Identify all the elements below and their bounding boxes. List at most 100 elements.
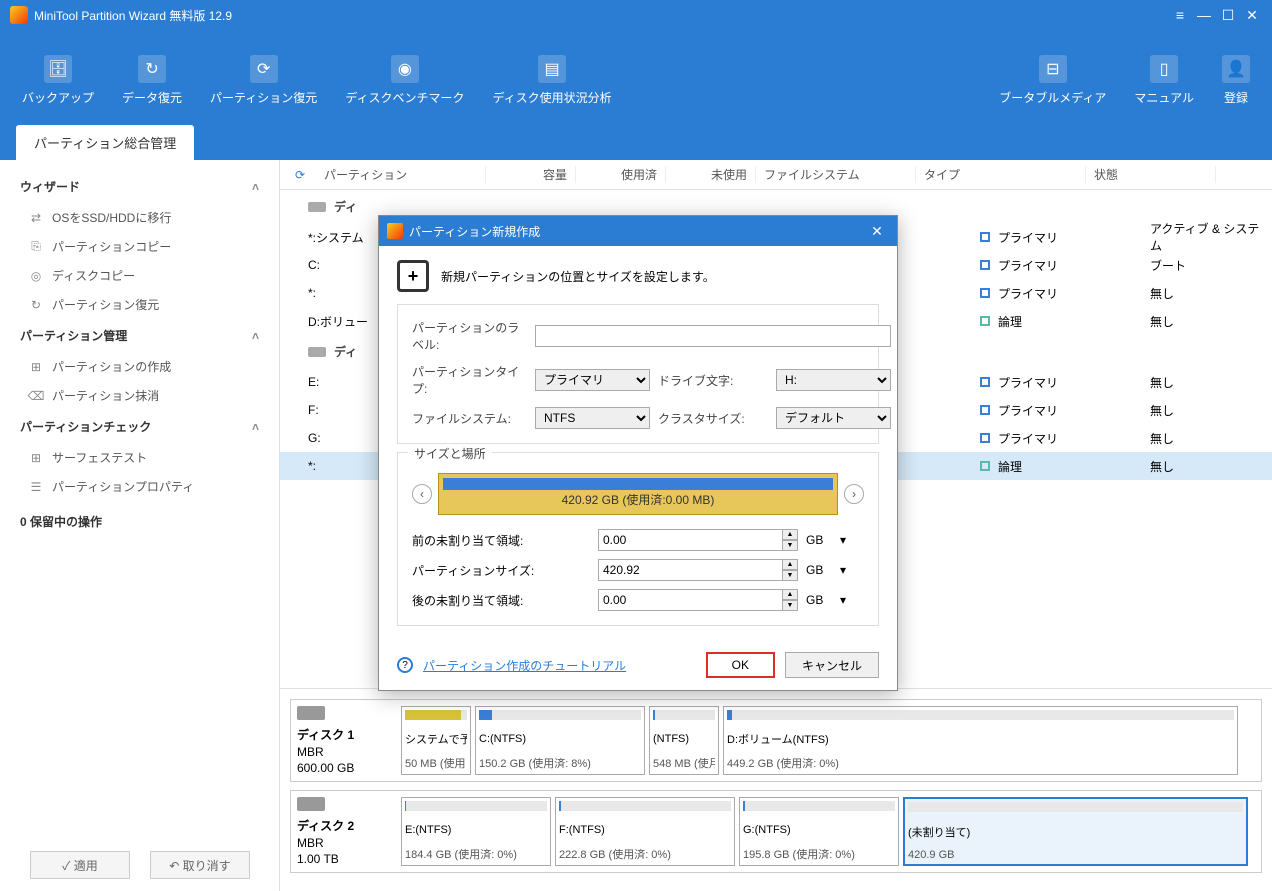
bootable-button[interactable]: ⊟ブータブルメディア <box>985 49 1120 112</box>
drive-plus-icon: + <box>397 260 429 292</box>
tutorial-link[interactable]: パーティション作成のチュートリアル <box>423 657 626 674</box>
cluster-size-select[interactable]: デフォルト <box>776 407 891 429</box>
partition-size-input[interactable] <box>598 559 782 581</box>
label-partition-size: パーティションサイズ: <box>412 562 590 579</box>
col-unused[interactable]: 未使用 <box>666 166 756 183</box>
minimize-button[interactable]: — <box>1194 5 1214 25</box>
disk-label: ディスク 1MBR600.00 GB <box>297 706 397 775</box>
partition-box[interactable]: G:(NTFS)195.8 GB (使用済: 0%) <box>739 797 899 866</box>
col-capacity[interactable]: 容量 <box>486 166 576 183</box>
label-space-after: 後の未割り当て領域: <box>412 592 590 609</box>
tabbar: パーティション総合管理 <box>0 130 1272 160</box>
titlebar: MiniTool Partition Wizard 無料版 12.9 ≡ — ☐… <box>0 0 1272 30</box>
close-button[interactable]: ✕ <box>1242 5 1262 25</box>
backup-button[interactable]: 🗄バックアップ <box>8 49 108 112</box>
sidebar-item-props[interactable]: ☰パーティションプロパティ <box>0 472 279 501</box>
disks-panel: ディスク 1MBR600.00 GBシステムで予約50 MB (使用C:(NTF… <box>280 688 1272 891</box>
ok-button[interactable]: OK <box>706 652 775 678</box>
sidebar-bottom-buttons: ✓ 適用 ↶ 取り消す <box>30 851 250 879</box>
partition-box[interactable]: (未割り当て)420.9 GB <box>903 797 1248 866</box>
sidebar-item-copy-partition[interactable]: ⎘パーティションコピー <box>0 232 279 261</box>
data-recover-button[interactable]: ↻データ復元 <box>108 49 196 112</box>
sidebar-wizard-header[interactable]: ウィザード˄ <box>0 170 279 203</box>
book-icon: ▯ <box>1150 55 1178 83</box>
sidebar-item-create[interactable]: ⊞パーティションの作成 <box>0 352 279 381</box>
dialog-footer: ? パーティション作成のチュートリアル OK キャンセル <box>379 640 897 690</box>
eraser-icon: ⌫ <box>28 388 44 404</box>
spin-down-button[interactable]: ▼ <box>782 540 798 551</box>
disk-icon <box>308 202 326 212</box>
col-status[interactable]: 状態 <box>1086 166 1216 183</box>
spin-up-button[interactable]: ▲ <box>782 559 798 570</box>
disk-row: ディスク 1MBR600.00 GBシステムで予約50 MB (使用C:(NTF… <box>290 699 1262 782</box>
size-bar[interactable]: 420.92 GB (使用済:0.00 MB) <box>438 473 838 515</box>
sidebar-mgmt-header[interactable]: パーティション管理˄ <box>0 319 279 352</box>
sidebar-item-recover-partition[interactable]: ↻パーティション復元 <box>0 290 279 319</box>
tab-partition-management[interactable]: パーティション総合管理 <box>16 125 194 160</box>
partition-type-select[interactable]: プライマリ <box>535 369 650 391</box>
grid-header: ⟳ パーティション 容量 使用済 未使用 ファイルシステム タイプ 状態 <box>280 160 1272 190</box>
spin-up-button[interactable]: ▲ <box>782 589 798 600</box>
benchmark-button[interactable]: ◉ディスクベンチマーク <box>331 49 478 112</box>
apply-button[interactable]: ✓ 適用 <box>30 851 130 879</box>
col-fs[interactable]: ファイルシステム <box>756 166 916 183</box>
partition-recover-button[interactable]: ⟳パーティション復元 <box>196 49 331 112</box>
sidebar-item-migrate-os[interactable]: ⇄OSをSSD/HDDに移行 <box>0 203 279 232</box>
partition-box[interactable]: D:ボリューム(NTFS)449.2 GB (使用済: 0%) <box>723 706 1238 775</box>
partition-box[interactable]: F:(NTFS)222.8 GB (使用済: 0%) <box>555 797 735 866</box>
dialog-titlebar: パーティション新規作成 ✕ <box>379 216 897 246</box>
spin-down-button[interactable]: ▼ <box>782 570 798 581</box>
move-left-button[interactable]: ‹ <box>412 484 432 504</box>
size-location-group: サイズと場所 ‹ 420.92 GB (使用済:0.00 MB) › 前の未割り… <box>397 452 879 626</box>
partition-box[interactable]: C:(NTFS)150.2 GB (使用済: 8%) <box>475 706 645 775</box>
space-before-input[interactable] <box>598 529 782 551</box>
size-before-row: 前の未割り当て領域: ▲▼ GB ▾ <box>412 529 864 551</box>
undo-button[interactable]: ↶ 取り消す <box>150 851 250 879</box>
unit-label: GB <box>806 593 832 607</box>
create-partition-dialog: パーティション新規作成 ✕ + 新規パーティションの位置とサイズを設定します。 … <box>378 215 898 691</box>
move-right-button[interactable]: › <box>844 484 864 504</box>
pending-operations: 0 保留中の操作 <box>0 501 279 542</box>
manual-button[interactable]: ▯マニュアル <box>1120 49 1208 112</box>
partition-box[interactable]: E:(NTFS)184.4 GB (使用済: 0%) <box>401 797 551 866</box>
usage-button[interactable]: ▤ディスク使用状況分析 <box>478 49 625 112</box>
help-icon: ? <box>397 657 413 673</box>
spin-up-button[interactable]: ▲ <box>782 529 798 540</box>
usb-icon: ⊟ <box>1039 55 1067 83</box>
refresh-icon[interactable]: ⟳ <box>290 165 310 185</box>
col-type[interactable]: タイプ <box>916 166 1086 183</box>
type-color-icon <box>980 316 990 326</box>
sidebar-item-surface[interactable]: ⊞サーフェステスト <box>0 443 279 472</box>
space-after-input[interactable] <box>598 589 782 611</box>
sidebar-check-header[interactable]: パーティションチェック˄ <box>0 410 279 443</box>
filesystem-select[interactable]: NTFS <box>535 407 650 429</box>
unit-label: GB <box>806 533 832 547</box>
size-partition-row: パーティションサイズ: ▲▼ GB ▾ <box>412 559 864 581</box>
partition-box[interactable]: (NTFS)548 MB (使月 <box>649 706 719 775</box>
unit-label: GB <box>806 563 832 577</box>
register-button[interactable]: 👤登録 <box>1208 49 1264 112</box>
cancel-button[interactable]: キャンセル <box>785 652 879 678</box>
app-title: MiniTool Partition Wizard 無料版 12.9 <box>34 7 1166 24</box>
label-cluster-size: クラスタサイズ: <box>658 410 768 427</box>
type-color-icon <box>980 232 990 242</box>
unit-dropdown[interactable]: ▾ <box>840 533 864 547</box>
maximize-button[interactable]: ☐ <box>1218 5 1238 25</box>
partition-box[interactable]: システムで予約50 MB (使用 <box>401 706 471 775</box>
col-partition[interactable]: パーティション <box>316 166 486 183</box>
size-legend: サイズと場所 <box>408 445 492 462</box>
benchmark-icon: ◉ <box>391 55 419 83</box>
dialog-close-button[interactable]: ✕ <box>865 219 889 243</box>
unit-dropdown[interactable]: ▾ <box>840 563 864 577</box>
type-color-icon <box>980 377 990 387</box>
col-used[interactable]: 使用済 <box>576 166 666 183</box>
partition-label-input[interactable] <box>535 325 891 347</box>
unit-dropdown[interactable]: ▾ <box>840 593 864 607</box>
menu-icon[interactable]: ≡ <box>1170 5 1190 25</box>
sidebar-item-wipe[interactable]: ⌫パーティション抹消 <box>0 381 279 410</box>
drive-letter-select[interactable]: H: <box>776 369 891 391</box>
spin-down-button[interactable]: ▼ <box>782 600 798 611</box>
label-space-before: 前の未割り当て領域: <box>412 532 590 549</box>
sidebar-item-copy-disk[interactable]: ◎ディスクコピー <box>0 261 279 290</box>
label-partition-type: パーティションタイプ: <box>412 363 527 397</box>
